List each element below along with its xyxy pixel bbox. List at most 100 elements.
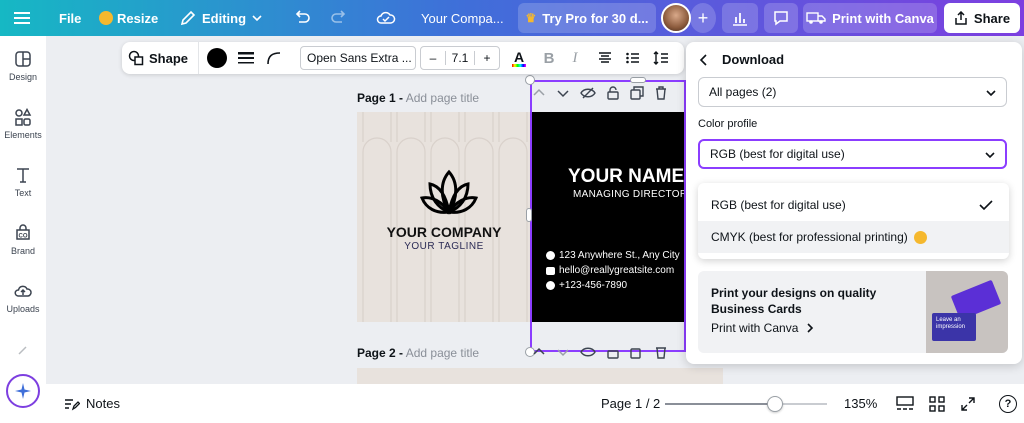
page-2-title[interactable]: Page 2 - Add page title	[357, 346, 479, 360]
try-pro-button[interactable]: ♛ Try Pro for 30 d...	[518, 3, 656, 33]
panel-header: Download	[698, 52, 784, 67]
add-collaborator-button[interactable]: +	[690, 3, 716, 33]
notes-icon	[65, 398, 80, 410]
print-promo-card[interactable]: Print your designs on quality Business C…	[698, 271, 1008, 353]
page-indicator[interactable]: Page 1 / 2	[601, 384, 660, 423]
hide-icon[interactable]	[580, 345, 596, 359]
lotus-logo-icon	[420, 169, 478, 215]
email-icon	[546, 266, 555, 275]
avatar[interactable]	[661, 3, 691, 33]
promo-image: Leave an impression	[926, 271, 1008, 353]
rainbow-bar	[512, 63, 526, 67]
email-text: hello@reallygreatsite.com	[559, 265, 675, 276]
file-menu[interactable]: File	[59, 0, 81, 36]
page-1-label: Page 1 -	[357, 91, 404, 105]
shape-button[interactable]: Shape	[128, 42, 188, 74]
back-arrow-icon[interactable]	[698, 53, 710, 66]
comments-button[interactable]	[764, 3, 798, 33]
magic-assistant-button[interactable]	[6, 374, 40, 408]
lock-icon[interactable]	[606, 345, 620, 359]
document-title[interactable]: Your Compa...	[421, 0, 504, 36]
line-spacing-icon[interactable]	[650, 42, 672, 74]
zoom-level[interactable]: 135%	[844, 384, 877, 423]
address-line: 123 Anywhere St., Any City	[546, 250, 680, 261]
option-cmyk[interactable]: CMYK (best for professional printing)	[698, 221, 1009, 253]
bold-button[interactable]: B	[538, 42, 560, 74]
text-color-button[interactable]: A	[508, 42, 530, 74]
top-handle[interactable]	[630, 77, 646, 83]
decrease-font-button[interactable]: –	[421, 51, 445, 65]
undo-icon[interactable]	[293, 0, 311, 36]
color-profile-value: RGB (best for digital use)	[710, 147, 845, 161]
sidebar-item-elements[interactable]: Elements	[0, 98, 46, 150]
option-label: CMYK (best for professional printing)	[711, 230, 908, 244]
insights-button[interactable]	[722, 3, 758, 33]
delete-icon[interactable]	[654, 86, 668, 100]
align-center-icon[interactable]	[594, 42, 616, 74]
chevron-down-icon[interactable]	[556, 86, 570, 100]
sidebar-item-uploads[interactable]: Uploads	[0, 272, 46, 324]
share-button[interactable]: Share	[944, 3, 1020, 33]
crown-icon: ♛	[525, 11, 537, 25]
lock-icon[interactable]	[606, 86, 620, 100]
font-size-input[interactable]: 7.1	[445, 51, 475, 65]
sidebar-item-label: Design	[8, 72, 37, 82]
font-family-select[interactable]: Open Sans Extra ...	[300, 46, 416, 70]
sidebar-item-text[interactable]: Text	[0, 156, 46, 208]
duplicate-icon[interactable]	[630, 345, 644, 359]
notes-label: Notes	[86, 396, 120, 411]
chevron-up-icon[interactable]	[532, 345, 546, 359]
border-style-icon[interactable]	[234, 42, 258, 74]
side-handle[interactable]	[526, 208, 532, 222]
zoom-slider-thumb[interactable]	[767, 395, 784, 412]
company-tagline: YOUR TAGLINE	[404, 241, 484, 252]
option-rgb[interactable]: RGB (best for digital use)	[698, 189, 1009, 221]
notes-button[interactable]: Notes	[64, 384, 120, 423]
sidebar-item-design[interactable]: Design	[0, 40, 46, 92]
chevron-down-icon	[252, 15, 262, 22]
redo-icon[interactable]	[330, 0, 348, 36]
grid-view-icon[interactable]	[929, 384, 945, 423]
top-bar: File Resize Editing Your Compa... ♛ Try …	[0, 0, 1024, 36]
corner-rounding-icon[interactable]	[262, 42, 286, 74]
color-picker[interactable]	[198, 42, 234, 74]
color-profile-select[interactable]: RGB (best for digital use)	[698, 139, 1007, 169]
increase-font-button[interactable]: +	[475, 51, 499, 65]
print-with-canva-button[interactable]: Print with Canva	[803, 3, 937, 33]
card-back[interactable]: YOUR NAME MANAGING DIRECTOR 123 Anywhere…	[531, 112, 685, 322]
pencil-icon	[180, 10, 196, 26]
page-actions	[532, 86, 668, 100]
italic-button[interactable]: I	[564, 42, 586, 74]
card-front[interactable]: YOUR COMPANY YOUR TAGLINE	[357, 112, 531, 322]
promo-link-label: Print with Canva	[711, 321, 799, 335]
page-1-title[interactable]: Page 1 - Add page title	[357, 91, 479, 105]
list-icon[interactable]	[622, 42, 644, 74]
pages-value: All pages (2)	[709, 85, 777, 99]
draw-icon[interactable]	[17, 343, 29, 361]
help-button[interactable]: ?	[999, 384, 1017, 423]
address-text: 123 Anywhere St., Any City	[559, 250, 680, 261]
sidebar-item-brand[interactable]: CO Brand	[0, 214, 46, 266]
share-label: Share	[973, 10, 1011, 26]
resize-button[interactable]: Resize	[99, 0, 158, 36]
zoom-slider[interactable]	[665, 384, 827, 423]
duplicate-icon[interactable]	[630, 86, 644, 100]
chevron-up-icon[interactable]	[532, 86, 546, 100]
cloud-saved-icon[interactable]	[376, 0, 396, 36]
resize-handle[interactable]	[525, 75, 535, 85]
shape-label: Shape	[149, 50, 189, 66]
chevron-down-icon	[986, 90, 996, 97]
crown-icon	[913, 230, 927, 244]
help-icon: ?	[999, 394, 1017, 413]
delete-icon[interactable]	[654, 345, 668, 359]
chevron-down-icon[interactable]	[556, 345, 570, 359]
truck-icon	[806, 12, 826, 24]
pages-view-icon[interactable]	[896, 384, 914, 423]
hide-icon[interactable]	[580, 86, 596, 100]
promo-link[interactable]: Print with Canva	[711, 321, 814, 335]
fullscreen-icon[interactable]	[960, 384, 976, 423]
pages-select[interactable]: All pages (2)	[698, 77, 1007, 107]
editing-mode-button[interactable]: Editing	[180, 0, 262, 36]
menu-icon[interactable]	[14, 0, 30, 36]
zoom-slider-track	[665, 395, 827, 412]
